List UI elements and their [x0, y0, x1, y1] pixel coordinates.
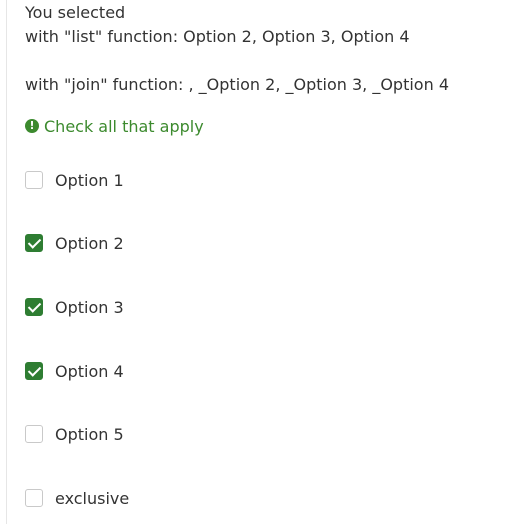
option-5[interactable]: Option 5: [25, 422, 124, 446]
hint-text: Check all that apply: [44, 116, 204, 136]
join-function-output: with "join" function: , _Option 2, _Opti…: [25, 75, 449, 94]
option-4-label[interactable]: Option 4: [55, 362, 124, 381]
checkmark-icon: [27, 235, 42, 249]
option-1-checkbox[interactable]: [25, 171, 43, 189]
option-2-checkbox[interactable]: [25, 234, 43, 252]
list-function-output: with "list" function: Option 2, Option 3…: [25, 27, 410, 46]
option-exclusive[interactable]: exclusive: [25, 486, 129, 510]
option-5-label[interactable]: Option 5: [55, 425, 124, 444]
option-4[interactable]: Option 4: [25, 359, 124, 383]
info-circle-icon: !: [25, 119, 39, 133]
selection-heading: You selected: [25, 3, 126, 22]
option-exclusive-checkbox[interactable]: [25, 489, 43, 507]
option-exclusive-label[interactable]: exclusive: [55, 489, 129, 508]
option-2-label[interactable]: Option 2: [55, 234, 124, 253]
option-3-checkbox[interactable]: [25, 298, 43, 316]
option-1-label[interactable]: Option 1: [55, 171, 124, 190]
checkmark-icon: [27, 363, 42, 377]
option-3-label[interactable]: Option 3: [55, 298, 124, 317]
option-5-checkbox[interactable]: [25, 425, 43, 443]
left-border: [6, 0, 7, 524]
option-2[interactable]: Option 2: [25, 231, 124, 255]
option-3[interactable]: Option 3: [25, 295, 124, 319]
option-1[interactable]: Option 1: [25, 168, 124, 192]
option-4-checkbox[interactable]: [25, 362, 43, 380]
checkmark-icon: [27, 299, 42, 313]
instruction-hint: ! Check all that apply: [25, 114, 204, 138]
